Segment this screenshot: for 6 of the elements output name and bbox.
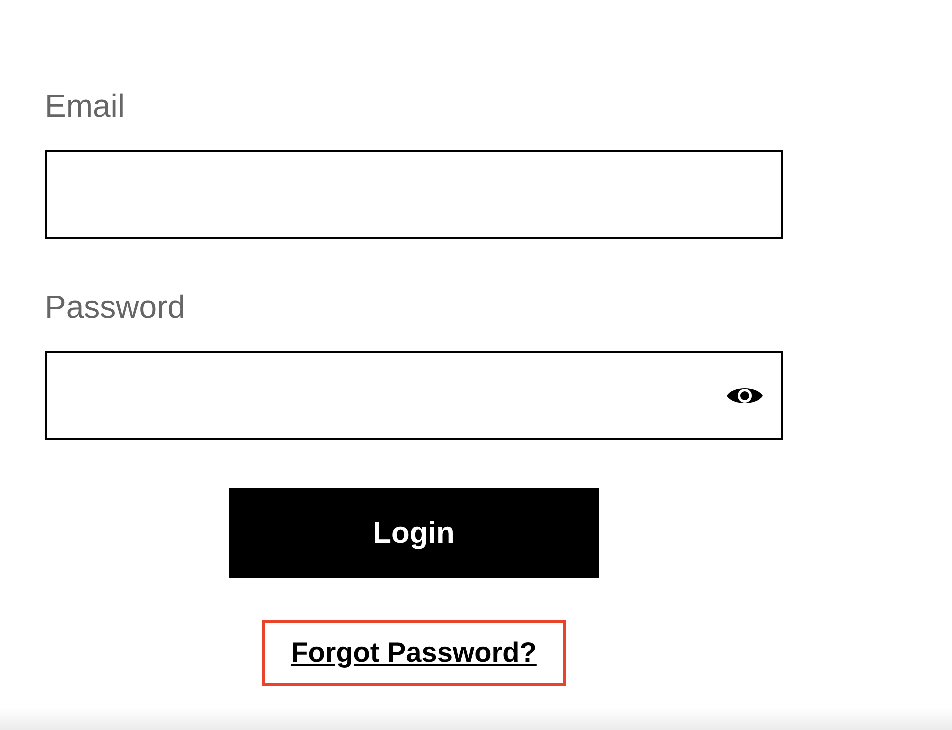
field-label: Password — [45, 288, 186, 327]
input-field[interactable] — [45, 351, 783, 440]
input-field[interactable] — [45, 150, 783, 239]
forgot-password-link[interactable]: Forgot Password? — [291, 637, 537, 668]
login-button[interactable]: Login — [229, 488, 599, 578]
field-label: Email — [45, 87, 126, 126]
